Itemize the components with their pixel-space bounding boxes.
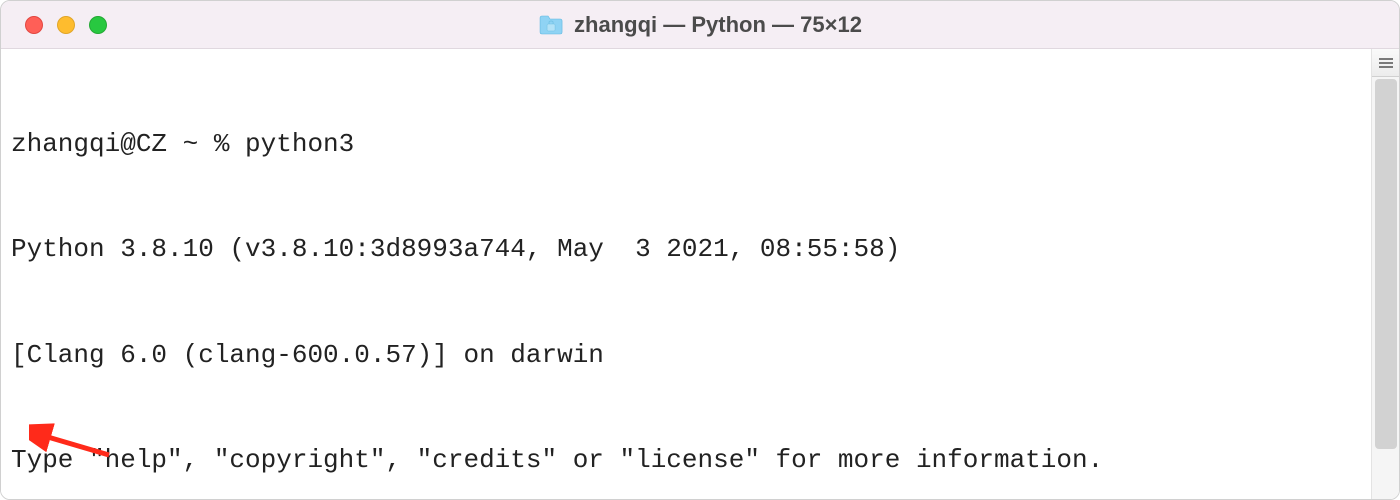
window-titlebar[interactable]: zhangqi — Python — 75×12 — [1, 1, 1399, 49]
scrollbar-thumb[interactable] — [1375, 79, 1397, 449]
minimize-button[interactable] — [57, 16, 75, 34]
maximize-button[interactable] — [89, 16, 107, 34]
terminal-window: zhangqi — Python — 75×12 zhangqi@CZ ~ % … — [0, 0, 1400, 500]
scrollbar[interactable] — [1371, 49, 1399, 500]
close-button[interactable] — [25, 16, 43, 34]
terminal-content[interactable]: zhangqi@CZ ~ % python3 Python 3.8.10 (v3… — [1, 49, 1371, 500]
scrollbar-menu-button[interactable] — [1372, 49, 1400, 77]
terminal-line: zhangqi@CZ ~ % python3 — [11, 127, 1361, 162]
terminal-main: zhangqi@CZ ~ % python3 Python 3.8.10 (v3… — [1, 49, 1399, 500]
terminal-line: Python 3.8.10 (v3.8.10:3d8993a744, May 3… — [11, 232, 1361, 267]
traffic-lights — [1, 16, 107, 34]
hamburger-icon — [1379, 58, 1393, 68]
terminal-line: [Clang 6.0 (clang-600.0.57)] on darwin — [11, 338, 1361, 373]
terminal-line: Type "help", "copyright", "credits" or "… — [11, 443, 1361, 478]
folder-icon — [538, 14, 564, 36]
window-title-text: zhangqi — Python — 75×12 — [574, 12, 862, 38]
window-title: zhangqi — Python — 75×12 — [538, 12, 862, 38]
